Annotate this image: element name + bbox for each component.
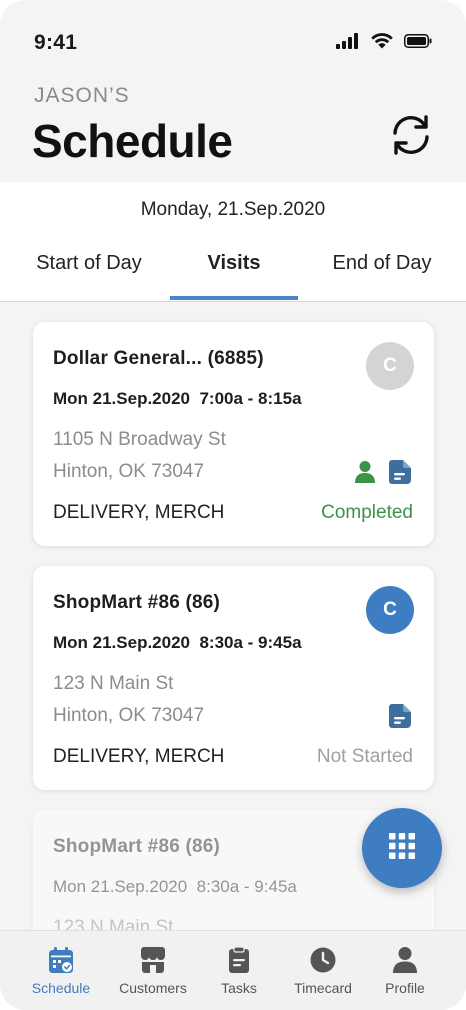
- schedule-owner: JASON’S: [34, 84, 130, 107]
- nav-label: Schedule: [31, 980, 91, 996]
- bottom-nav: Schedule Customers Tasks Timecard Profil…: [0, 930, 466, 1010]
- refresh-icon: [387, 111, 435, 164]
- visit-address-line2: Hinton, OK 73047: [53, 461, 205, 482]
- wifi-icon: [370, 32, 394, 54]
- page-title: Schedule: [32, 115, 233, 167]
- status-bar: 9:41: [0, 0, 466, 80]
- cellular-signal-icon: [336, 32, 360, 54]
- clipboard-icon: [228, 945, 250, 975]
- visit-address-line1: 123 N Main St: [53, 673, 174, 694]
- nav-label: Tasks: [221, 980, 257, 996]
- clock-icon: [309, 945, 337, 975]
- status-time: 9:41: [34, 31, 78, 54]
- nav-label: Timecard: [294, 980, 352, 996]
- visit-time: Mon 21.Sep.2020 8:30a - 9:45a: [53, 877, 297, 896]
- tab-visits[interactable]: Visits: [170, 252, 298, 302]
- visit-address-line1: 123 N Main St: [53, 917, 174, 930]
- nav-item-tasks[interactable]: Tasks: [199, 931, 279, 1010]
- visit-status: Completed: [321, 502, 413, 523]
- visit-types: DELIVERY, MERCH: [53, 502, 225, 523]
- visit-address-line2: Hinton, OK 73047: [53, 705, 205, 726]
- nav-item-customers[interactable]: Customers: [108, 931, 198, 1010]
- nav-label: Profile: [385, 980, 425, 996]
- visit-icons: [354, 459, 412, 490]
- schedule-date: Monday, 21.Sep.2020: [140, 199, 326, 220]
- grid-menu-button[interactable]: [362, 808, 442, 888]
- document-icon[interactable]: [388, 459, 412, 490]
- nav-item-schedule[interactable]: Schedule: [16, 931, 106, 1010]
- visit-card[interactable]: Dollar General... (6885) Mon 21.Sep.2020…: [33, 322, 434, 546]
- visit-types: DELIVERY, MERCH: [53, 746, 225, 767]
- visit-address-line1: 1105 N Broadway St: [53, 429, 226, 450]
- refresh-button[interactable]: [386, 112, 436, 162]
- tab-bar: Start of Day Visits End of Day: [0, 252, 466, 302]
- nav-item-timecard[interactable]: Timecard: [280, 931, 366, 1010]
- visit-badge[interactable]: C: [366, 586, 414, 634]
- store-icon: [139, 945, 167, 975]
- header: JASON’S Schedule: [0, 80, 466, 182]
- visit-card[interactable]: ShopMart #86 (86) Mon 21.Sep.2020 8:30a …: [33, 566, 434, 790]
- nav-label: Customers: [119, 980, 187, 996]
- phone-screen: 9:41 JASON’S Schedule Monday, 21.Sep.202…: [0, 0, 466, 1010]
- person-icon[interactable]: [354, 460, 376, 489]
- tab-start-of-day[interactable]: Start of Day: [0, 252, 178, 302]
- visit-time: Mon 21.Sep.2020 7:00a - 8:15a: [53, 389, 302, 408]
- status-icons: [336, 32, 432, 54]
- active-tab-indicator: [170, 296, 298, 300]
- battery-icon: [404, 33, 432, 53]
- visit-badge[interactable]: C: [366, 342, 414, 390]
- visit-store-name: ShopMart #86 (86): [53, 592, 221, 613]
- calendar-icon: [48, 945, 74, 975]
- visit-icons: [388, 703, 412, 734]
- tab-end-of-day[interactable]: End of Day: [298, 252, 466, 302]
- nav-item-profile[interactable]: Profile: [367, 931, 443, 1010]
- grid-icon: [388, 832, 416, 865]
- visit-status: Not Started: [316, 746, 413, 767]
- date-and-tabs: Monday, 21.Sep.2020 Start of Day Visits …: [0, 182, 466, 302]
- visit-store-name: Dollar General... (6885): [53, 348, 264, 369]
- document-icon[interactable]: [388, 703, 412, 734]
- visit-time: Mon 21.Sep.2020 8:30a - 9:45a: [53, 633, 302, 652]
- person-icon: [392, 945, 418, 975]
- visit-store-name: ShopMart #86 (86): [53, 836, 221, 857]
